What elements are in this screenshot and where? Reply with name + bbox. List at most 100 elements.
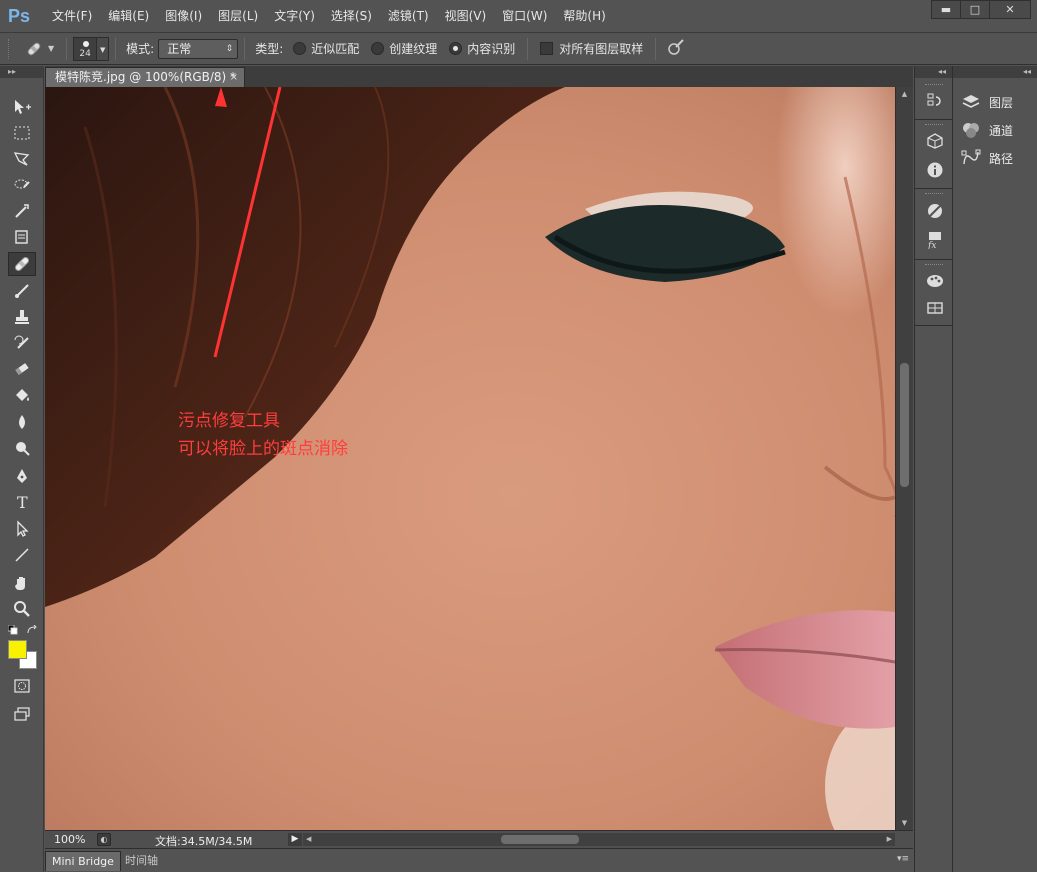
3d-icon[interactable] [925,131,945,151]
radio-circle [371,42,385,55]
scroll-up-icon[interactable]: ▲ [896,90,913,98]
horizontal-scroll-thumb[interactable] [501,835,579,844]
brush-picker[interactable]: 24 ▼ [73,36,110,61]
adjustments-icon[interactable] [925,201,945,221]
eraser-icon[interactable] [8,357,36,381]
tab-timeline[interactable]: 时间轴 [119,851,164,871]
radio-proximity-match[interactable]: 近似匹配 [293,40,359,57]
screen-mode-icon[interactable] [8,702,36,726]
maximize-button[interactable]: □ [960,0,990,19]
menu-help[interactable]: 帮助(H) [555,0,613,33]
history-icon[interactable] [925,91,945,111]
quick-select-icon[interactable] [8,173,36,197]
menu-file[interactable]: 文件(F) [44,0,100,33]
menu-type[interactable]: 文字(Y) [266,0,323,33]
menu-select[interactable]: 选择(S) [323,0,380,33]
radio-content-aware[interactable]: 内容识别 [449,40,515,57]
checkbox-box [540,42,554,55]
divider [915,259,953,260]
panel-channels-button[interactable]: 通道 [961,119,1013,141]
dodge-icon[interactable] [8,436,36,460]
crop-icon[interactable] [8,199,36,223]
color-swatches [8,640,40,672]
dock-collapse-button[interactable]: ◂◂ [953,66,1037,78]
quick-mask-icon[interactable] [8,674,36,698]
minimize-button[interactable]: ▬ [931,0,961,19]
history-brush-icon[interactable] [8,331,36,355]
move-icon[interactable] [8,95,36,119]
scroll-right-icon[interactable]: ▶ [887,833,892,846]
dock-grip[interactable] [925,84,943,87]
document-window: 模特陈竞.jpg @ 100%(RGB/8) * × 污点修复工具 可以将脸上的… [45,66,913,872]
foreground-color-swatch[interactable] [8,640,27,659]
brush-dropdown-button[interactable]: ▼ [97,36,110,61]
menu-image[interactable]: 图像(I) [157,0,210,33]
window-controls: ▬ □ ✕ [931,0,1031,19]
mode-select[interactable]: 正常 ⇕ [158,38,239,59]
dock-grip[interactable] [925,124,943,127]
panel-menu-icon[interactable]: ▾≡ [897,854,909,864]
tab-mini-bridge[interactable]: Mini Bridge [45,851,121,871]
default-colors-icon[interactable] [7,624,18,635]
swatches-icon[interactable] [925,298,945,318]
pressure-brush-icon[interactable] [666,37,686,60]
chevron-down-icon: ▼ [48,44,55,53]
blur-icon[interactable] [8,410,36,434]
menu-window[interactable]: 窗口(W) [494,0,555,33]
divider [915,325,953,326]
annotation-line-2: 可以将脸上的斑点消除 [178,439,348,459]
divider [244,37,246,60]
options-grip[interactable] [8,38,12,59]
styles-fx-icon[interactable]: fx [925,230,945,250]
eyedropper-icon[interactable] [8,225,36,249]
brush-icon[interactable] [8,279,36,303]
type-icon[interactable]: T [8,490,36,514]
zoom-icon[interactable] [8,597,36,621]
hand-icon[interactable] [8,571,36,595]
vertical-scrollbar[interactable]: ▲ ▼ [895,87,913,830]
annotation-line-1: 污点修复工具 [178,411,280,431]
path-select-icon[interactable] [8,517,36,541]
scroll-left-icon[interactable]: ◀ [306,833,311,846]
dock-grip[interactable] [925,193,943,196]
lasso-icon[interactable] [8,147,36,171]
pen-icon[interactable] [8,464,36,488]
document-tab[interactable]: 模特陈竞.jpg @ 100%(RGB/8) * × [45,67,245,87]
menu-filter[interactable]: 滤镜(T) [380,0,437,33]
info-icon[interactable] [925,160,945,180]
radio-create-texture[interactable]: 创建纹理 [371,40,437,57]
menu-edit[interactable]: 编辑(E) [100,0,157,33]
marquee-icon[interactable] [8,121,36,145]
panel-layers-button[interactable]: 图层 [961,91,1013,113]
dock-collapse-button[interactable]: ◂◂ [915,66,952,78]
menu-layer[interactable]: 图层(L) [210,0,266,33]
spot-healing-icon[interactable] [8,252,36,276]
clone-stamp-icon[interactable] [8,305,36,329]
swap-colors-icon[interactable] [26,624,38,634]
status-menu-arrow-icon[interactable]: ▶ [288,833,302,846]
scroll-down-icon[interactable]: ▼ [896,819,913,827]
radio-circle-selected [449,42,463,55]
vertical-scroll-thumb[interactable] [900,363,909,487]
bottom-panel-tabs: Mini Bridge 时间轴 ▾≡ [45,848,913,872]
brush-preview[interactable]: 24 [73,36,98,61]
close-button[interactable]: ✕ [989,0,1031,19]
panel-paths-button[interactable]: 路径 [961,147,1013,169]
close-tab-icon[interactable]: × [230,68,238,87]
panel-layers-label: 图层 [989,95,1014,110]
proof-icon[interactable]: ◐ [97,833,111,846]
dock-grip[interactable] [925,264,943,267]
line-icon[interactable] [8,543,36,567]
panel-collapse-button[interactable]: ▸▸ [0,66,43,78]
image-canvas[interactable]: 污点修复工具 可以将脸上的斑点消除 [45,87,895,830]
zoom-level[interactable]: 100% [54,833,85,846]
spot-healing-preset-icon [24,39,44,59]
tool-preset-picker[interactable]: ▼ [18,37,60,61]
menu-view[interactable]: 视图(V) [437,0,495,33]
layers-icon [962,95,980,108]
sample-all-layers-checkbox[interactable]: 对所有图层取样 [540,40,643,57]
svg-text:fx: fx [927,241,936,249]
horizontal-scrollbar[interactable]: ◀ ▶ [303,833,895,846]
color-palette-icon[interactable] [925,271,945,291]
paint-bucket-icon[interactable] [8,384,36,408]
